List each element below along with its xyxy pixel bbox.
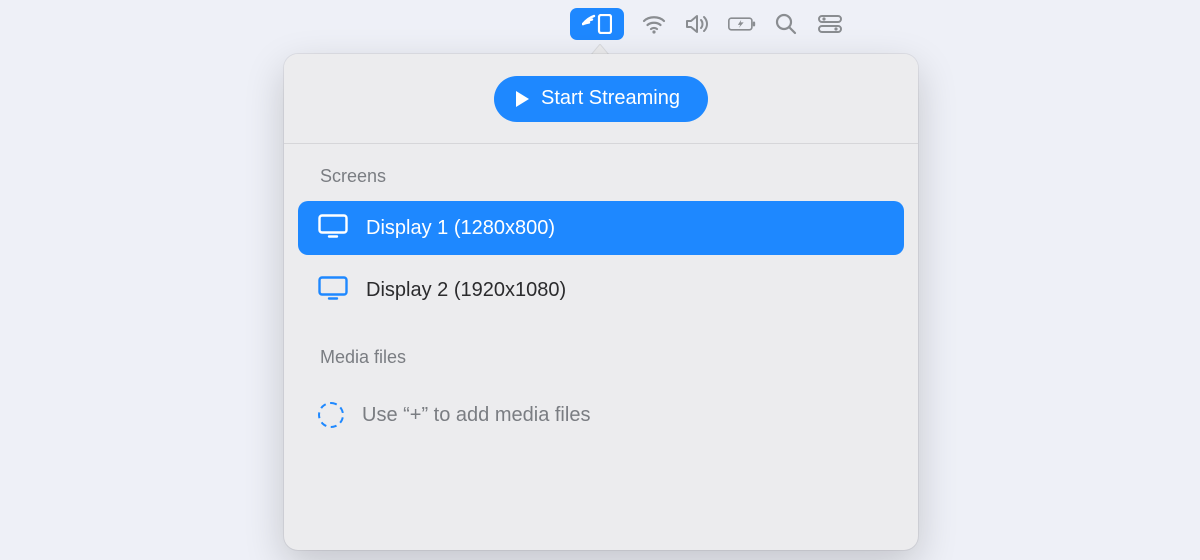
add-placeholder-icon — [318, 402, 344, 428]
volume-icon[interactable] — [684, 10, 712, 38]
screen-row-display-1[interactable]: Display 1 (1280x800) — [298, 201, 904, 255]
screens-section-label: Screens — [284, 144, 918, 201]
streaming-popover: Start Streaming Screens Display 1 (1280x… — [284, 54, 918, 550]
control-center-icon[interactable] — [816, 10, 844, 38]
media-placeholder-label: Use “+” to add media files — [362, 404, 590, 427]
search-icon[interactable] — [772, 10, 800, 38]
play-icon — [516, 91, 529, 107]
display-icon — [318, 276, 348, 305]
wifi-icon[interactable] — [640, 10, 668, 38]
screen-label: Display 1 (1280x800) — [366, 217, 555, 240]
menubar-icons — [570, 8, 844, 40]
start-streaming-button[interactable]: Start Streaming — [494, 76, 708, 122]
display-icon — [318, 214, 348, 243]
menubar — [0, 8, 1200, 40]
start-streaming-label: Start Streaming — [541, 87, 680, 110]
battery-charging-icon[interactable] — [728, 10, 756, 38]
media-placeholder-row[interactable]: Use “+” to add media files — [298, 388, 904, 442]
media-section-label: Media files — [284, 325, 918, 382]
cast-icon[interactable] — [570, 8, 624, 40]
popover-header: Start Streaming — [284, 54, 918, 144]
screen-label: Display 2 (1920x1080) — [366, 279, 566, 302]
screen-row-display-2[interactable]: Display 2 (1920x1080) — [298, 263, 904, 317]
